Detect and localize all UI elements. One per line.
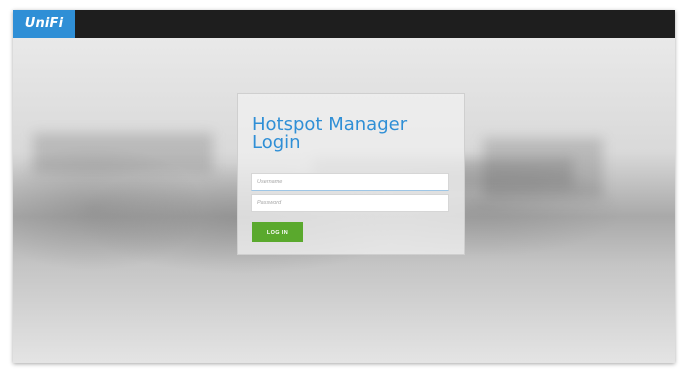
unifi-logo[interactable]: UniFi bbox=[13, 10, 75, 38]
login-card: Hotspot Manager Login LOG IN bbox=[237, 93, 465, 255]
browser-viewport: UniFi Hotspot Manager Login LOG IN bbox=[13, 10, 675, 363]
top-bar: UniFi bbox=[13, 10, 675, 38]
log-in-button[interactable]: LOG IN bbox=[252, 222, 303, 242]
password-input[interactable] bbox=[251, 194, 449, 212]
background-furniture-shape bbox=[483, 138, 603, 198]
username-input[interactable] bbox=[251, 173, 449, 191]
background-furniture-shape bbox=[33, 133, 213, 173]
page-title: Hotspot Manager Login bbox=[252, 114, 408, 153]
